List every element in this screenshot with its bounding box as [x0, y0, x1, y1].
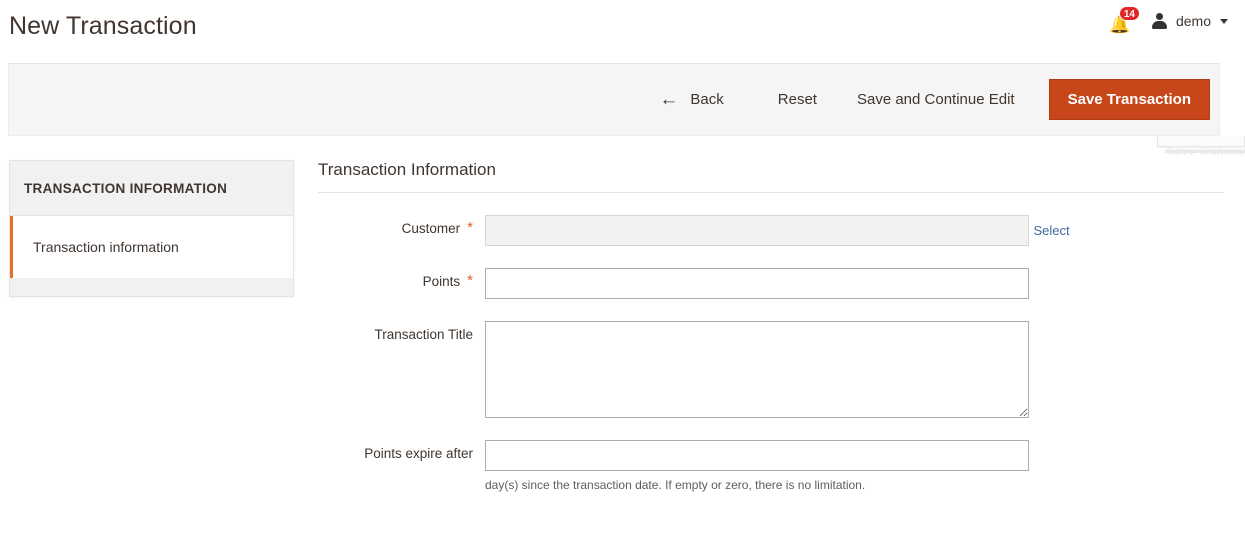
notifications-button[interactable]: 🔔 14	[1107, 6, 1140, 34]
back-button-label: Back	[690, 91, 724, 108]
page-title: New Transaction	[9, 12, 197, 40]
back-button[interactable]: ← Back	[659, 90, 741, 109]
page-header: New Transaction 🔔 14 demo	[0, 0, 1245, 58]
field-customer-control: Select	[485, 215, 1224, 246]
admin-page: New Transaction 🔔 14 demo ← Back Reset S…	[0, 0, 1245, 537]
points-expire-after-input[interactable]	[485, 440, 1029, 471]
field-customer-label: Customer *	[318, 215, 485, 236]
field-points-expire-after: Points expire after day(s) since the tra…	[318, 418, 1224, 492]
user-name-label: demo	[1175, 13, 1211, 29]
field-points-expire-after-label: Points expire after	[318, 440, 485, 461]
reset-button[interactable]: Reset	[758, 91, 837, 108]
required-asterisk: *	[467, 219, 473, 236]
page-actions-toolbar: ← Back Reset Save and Continue Edit Save…	[8, 63, 1220, 136]
field-transaction-title-label-text: Transaction Title	[374, 327, 473, 342]
field-transaction-title: Transaction Title	[318, 299, 1224, 418]
field-points-control	[485, 268, 1224, 299]
customer-select-link[interactable]: Select	[1033, 223, 1069, 238]
field-points: Points *	[318, 246, 1224, 299]
field-points-expire-after-control: day(s) since the transaction date. If em…	[485, 440, 1224, 492]
user-menu[interactable]: demo	[1151, 12, 1228, 30]
field-points-label: Points *	[318, 268, 485, 289]
save-and-continue-edit-button[interactable]: Save and Continue Edit	[837, 91, 1035, 108]
field-customer: Customer * Select	[318, 193, 1224, 246]
header-actions: 🔔 14 demo	[1107, 6, 1228, 34]
field-customer-label-text: Customer	[401, 221, 461, 236]
user-avatar-icon	[1151, 12, 1168, 30]
required-asterisk: *	[467, 272, 473, 289]
points-input[interactable]	[485, 268, 1029, 299]
sidebar-item-label: Transaction information	[33, 239, 179, 255]
customer-input[interactable]	[485, 215, 1029, 246]
section-title: Transaction Information	[318, 160, 1224, 193]
points-expire-after-note: day(s) since the transaction date. If em…	[485, 478, 866, 492]
sidebar-item-transaction-information[interactable]: Transaction information	[10, 216, 293, 278]
transaction-title-textarea[interactable]	[485, 321, 1029, 418]
sidebar-title: TRANSACTION INFORMATION	[10, 161, 293, 216]
field-transaction-title-control	[485, 321, 1224, 418]
sticky-header-ghost-label: Save Transaction	[1167, 144, 1245, 158]
save-transaction-button[interactable]: Save Transaction	[1048, 79, 1210, 120]
sidebar-footer	[10, 278, 293, 296]
form-main: Transaction Information Customer * Selec…	[318, 160, 1224, 492]
notification-count-badge: 14	[1118, 6, 1140, 21]
field-points-label-text: Points	[422, 274, 461, 289]
arrow-left-icon: ←	[659, 89, 679, 110]
chevron-down-icon	[1220, 18, 1228, 24]
field-transaction-title-label: Transaction Title	[318, 321, 485, 342]
sticky-header-ghost: Save Transaction	[1157, 136, 1245, 158]
form-sidebar: TRANSACTION INFORMATION Transaction info…	[9, 160, 294, 297]
field-points-expire-after-label-text: Points expire after	[364, 446, 473, 461]
